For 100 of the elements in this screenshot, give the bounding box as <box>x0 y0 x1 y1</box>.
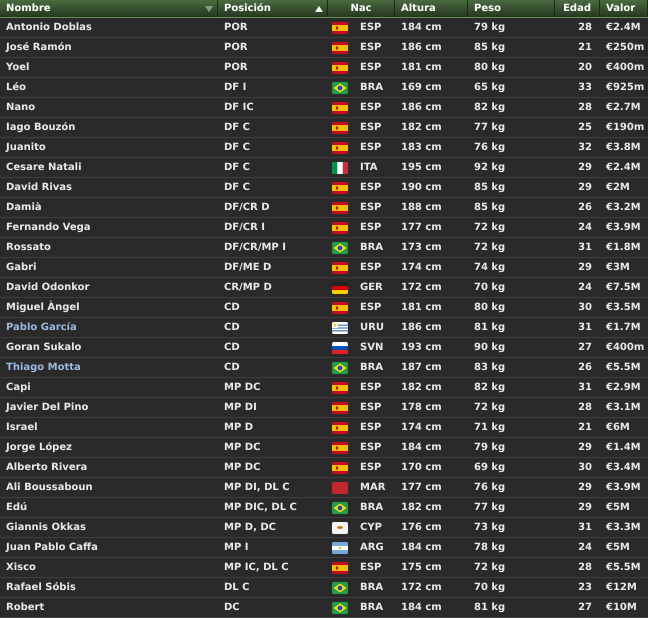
weight-text: 69 kg <box>474 461 506 475</box>
height-text: 181 cm <box>401 301 442 315</box>
age-text: 31 <box>578 521 592 535</box>
column-header[interactable]: Valor <box>600 0 648 17</box>
player-name[interactable]: Javier Del Pino <box>6 400 88 415</box>
nation-code: ESP <box>360 301 382 315</box>
weight-text: 78 kg <box>474 541 506 555</box>
player-name[interactable]: Jorge López <box>6 440 72 455</box>
player-name[interactable]: Alberto Rivera <box>6 460 88 475</box>
position-text: MP I <box>224 541 248 555</box>
height-text: 172 cm <box>401 281 442 295</box>
player-name[interactable]: José Ramón <box>6 40 72 55</box>
age-text: 20 <box>578 61 592 75</box>
weight-text: 82 kg <box>474 101 506 115</box>
player-name[interactable]: Thiago Motta <box>6 360 81 375</box>
player-name[interactable]: Xisco <box>6 560 36 575</box>
column-header[interactable]: Peso <box>468 0 555 17</box>
height-text: 174 cm <box>401 421 442 435</box>
height-text: 170 cm <box>401 461 442 475</box>
age-text: 29 <box>578 481 592 495</box>
weight-text: 79 kg <box>474 21 506 35</box>
nation-code: ESP <box>360 201 382 215</box>
nation-code: GER <box>360 281 383 295</box>
value-text: €1.8M <box>606 241 641 255</box>
player-name[interactable]: Juan Pablo Caffa <box>6 540 98 555</box>
nation-code: BRA <box>360 241 384 255</box>
nation-code: ARG <box>360 541 384 555</box>
position-text: DF IC <box>224 101 254 115</box>
nation-code: ESP <box>360 141 382 155</box>
nation-code: ESP <box>360 41 382 55</box>
column-header[interactable]: Posición <box>218 0 328 17</box>
column-header[interactable]: Nombre <box>0 0 218 17</box>
position-text: DC <box>224 601 240 615</box>
height-text: 182 cm <box>401 121 442 135</box>
nation-code: ESP <box>360 121 382 135</box>
player-name[interactable]: Léo <box>6 80 26 95</box>
value-text: €3.4M <box>606 461 641 475</box>
column-header[interactable]: Nac <box>328 0 395 17</box>
height-text: 173 cm <box>401 241 442 255</box>
height-text: 193 cm <box>401 341 442 355</box>
player-name[interactable]: Ali Boussaboun <box>6 480 93 495</box>
player-name[interactable]: Pablo García <box>6 320 77 335</box>
weight-text: 71 kg <box>474 421 506 435</box>
age-text: 31 <box>578 381 592 395</box>
player-name[interactable]: Edú <box>6 500 28 515</box>
value-text: €3.1M <box>606 401 641 415</box>
weight-text: 85 kg <box>474 41 506 55</box>
player-name[interactable]: Cesare Natali <box>6 160 82 175</box>
player-name[interactable]: Fernando Vega <box>6 220 91 235</box>
position-text: CD <box>224 301 240 315</box>
value-text: €2.9M <box>606 381 641 395</box>
weight-text: 77 kg <box>474 501 506 515</box>
position-text: DF C <box>224 141 250 155</box>
weight-text: 74 kg <box>474 261 506 275</box>
value-text: €3.9M <box>606 221 641 235</box>
height-text: 172 cm <box>401 581 442 595</box>
weight-text: 77 kg <box>474 121 506 135</box>
position-text: POR <box>224 41 248 55</box>
player-name[interactable]: Giannis Okkas <box>6 520 86 535</box>
player-name[interactable]: Robert <box>6 600 44 615</box>
player-name[interactable]: Miguel Àngel <box>6 300 80 315</box>
value-text: €6M <box>606 421 630 435</box>
column-header[interactable]: Edad <box>555 0 600 17</box>
player-name[interactable]: Capi <box>6 380 31 395</box>
player-name[interactable]: David Rivas <box>6 180 72 195</box>
height-text: 182 cm <box>401 381 442 395</box>
player-name[interactable]: Antonio Doblas <box>6 20 92 35</box>
weight-text: 70 kg <box>474 581 506 595</box>
player-name[interactable]: Rossato <box>6 240 51 255</box>
player-name[interactable]: Gabri <box>6 260 36 275</box>
player-name[interactable]: Rafael Sóbis <box>6 580 76 595</box>
age-text: 26 <box>578 361 592 375</box>
nation-code: ESP <box>360 561 382 575</box>
nation-code: MAR <box>360 481 386 495</box>
player-name[interactable]: Iago Bouzón <box>6 120 76 135</box>
age-text: 26 <box>578 201 592 215</box>
weight-text: 80 kg <box>474 301 506 315</box>
age-text: 29 <box>578 501 592 515</box>
weight-text: 81 kg <box>474 321 506 335</box>
age-text: 29 <box>578 181 592 195</box>
age-text: 33 <box>578 81 592 95</box>
player-name[interactable]: Damià <box>6 200 42 215</box>
column-header[interactable]: Altura <box>395 0 468 17</box>
weight-text: 82 kg <box>474 381 506 395</box>
value-text: €3.8M <box>606 141 641 155</box>
player-name[interactable]: David Odonkor <box>6 280 90 295</box>
player-name[interactable]: Israel <box>6 420 38 435</box>
height-text: 186 cm <box>401 101 442 115</box>
player-name[interactable]: Nano <box>6 100 36 115</box>
player-name[interactable]: Juanito <box>6 140 46 155</box>
value-text: €5M <box>606 541 630 555</box>
player-name[interactable]: Yoel <box>6 60 30 75</box>
age-text: 28 <box>578 401 592 415</box>
height-text: 182 cm <box>401 501 442 515</box>
age-text: 30 <box>578 461 592 475</box>
weight-text: 85 kg <box>474 181 506 195</box>
player-name[interactable]: Goran Sukalo <box>6 340 82 355</box>
nation-code: ESP <box>360 101 382 115</box>
position-text: DF/CR D <box>224 201 270 215</box>
height-text: 186 cm <box>401 41 442 55</box>
